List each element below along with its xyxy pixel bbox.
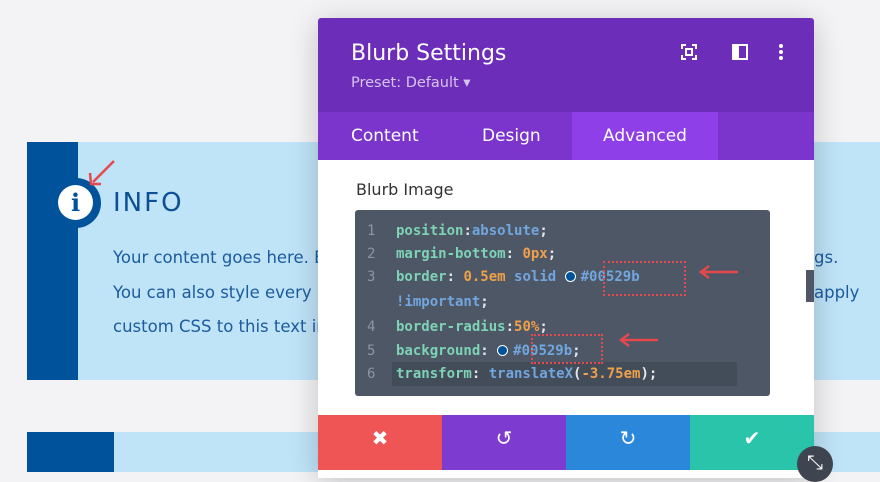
blurb-title: INFO <box>113 188 184 218</box>
scrollbar[interactable] <box>806 270 814 302</box>
modal-title: Blurb Settings <box>351 41 507 66</box>
blurb-settings-modal: Blurb Settings Preset: Default ▾ Content… <box>318 18 814 478</box>
tab-design[interactable]: Design <box>482 112 541 160</box>
annotation-highlight-box <box>603 261 686 296</box>
blurb-text-line: gs. <box>814 248 839 267</box>
code-line: !important; <box>396 294 489 310</box>
undo-button[interactable]: ↺ <box>442 415 566 470</box>
redo-button[interactable]: ↻ <box>566 415 690 470</box>
split-view-icon[interactable] <box>732 44 748 65</box>
blurb-text-line: custom CSS to this text in <box>113 317 327 336</box>
blurb-text-line: Your content goes here. E <box>113 248 325 267</box>
annotation-arrow-icon <box>88 160 115 186</box>
tab-advanced[interactable]: Advanced <box>572 112 718 160</box>
tab-content[interactable]: Content <box>351 112 419 160</box>
annotation-highlight-box <box>531 334 603 364</box>
blurb-text-line: apply <box>814 283 860 302</box>
annotation-arrow-icon <box>698 265 738 279</box>
more-options-icon[interactable] <box>778 44 784 65</box>
annotation-arrow-icon <box>618 333 658 347</box>
color-swatch[interactable] <box>564 271 576 282</box>
color-swatch[interactable] <box>497 345 509 356</box>
modal-tabs: Content Design Advanced <box>318 112 814 160</box>
custom-css-editor[interactable]: 1 position:absolute; 2 margin-bottom: 0px;… <box>355 210 770 396</box>
resize-handle-icon[interactable]: ⤡ <box>797 446 833 482</box>
save-button[interactable]: ✔ <box>690 415 814 470</box>
preset-dropdown[interactable]: Preset: Default ▾ <box>351 75 471 91</box>
blurb-accent-bar-2 <box>27 432 114 472</box>
focus-icon[interactable] <box>681 44 697 65</box>
code-line: 6 transform: translateX(-3.75em); <box>367 366 658 382</box>
cancel-button[interactable]: ✖ <box>318 415 442 470</box>
blurb-text-line: You can also style every a <box>113 283 327 302</box>
modal-footer: ✖ ↺ ↻ ✔ <box>318 415 814 470</box>
modal-header[interactable]: Blurb Settings Preset: Default ▾ <box>318 18 814 112</box>
code-line: 1 position:absolute; <box>367 223 548 239</box>
code-line: 2 margin-bottom: 0px; <box>367 246 557 262</box>
section-title: Blurb Image <box>356 180 454 199</box>
